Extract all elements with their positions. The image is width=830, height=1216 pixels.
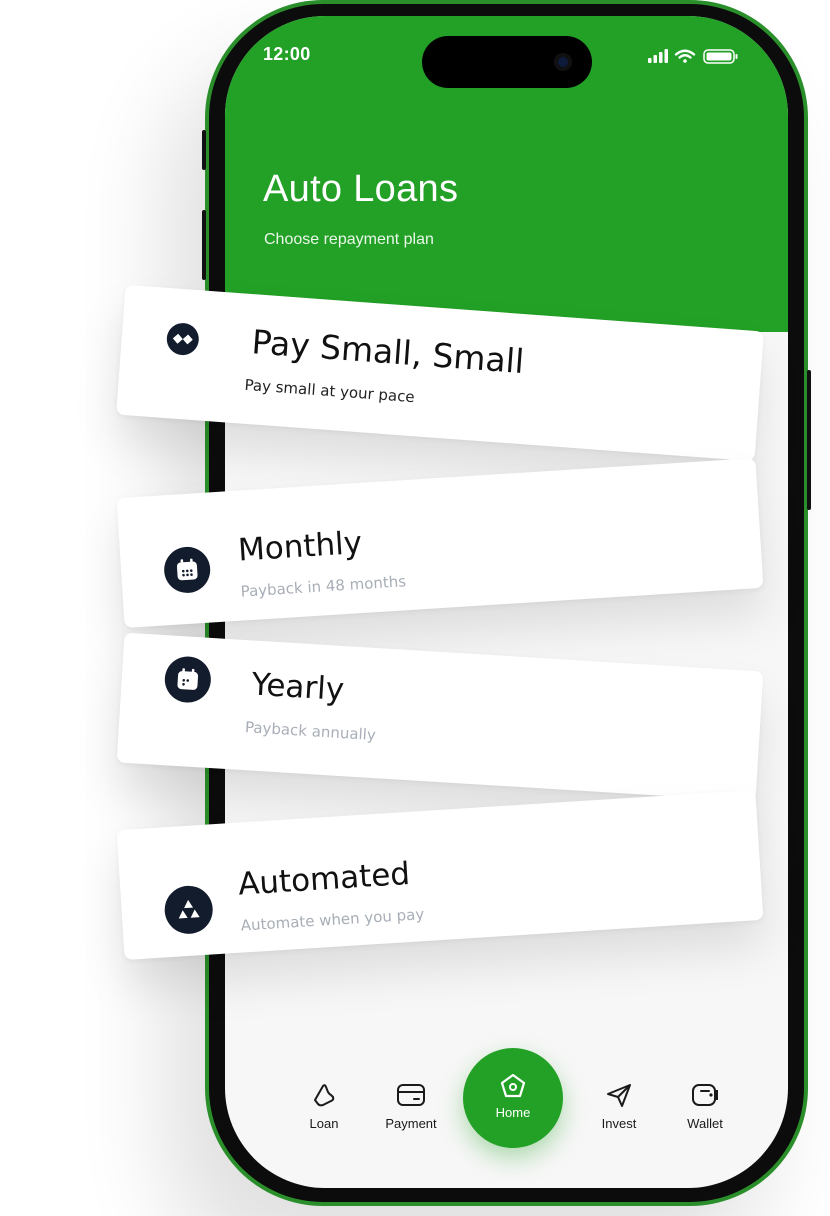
plan-title: Automated bbox=[237, 855, 412, 903]
signal-icon bbox=[648, 49, 668, 63]
card-icon bbox=[397, 1084, 425, 1106]
plan-title: Yearly bbox=[250, 666, 346, 709]
nav-loan[interactable]: Loan bbox=[294, 1082, 354, 1131]
nav-loan-label: Loan bbox=[309, 1116, 339, 1131]
plan-title: Monthly bbox=[236, 524, 364, 569]
nav-home[interactable]: Home bbox=[463, 1048, 563, 1148]
page-title: Auto Loans bbox=[263, 168, 459, 210]
nav-invest[interactable]: Invest bbox=[589, 1082, 649, 1131]
plan-subtitle: Payback in 48 months bbox=[240, 572, 407, 601]
plan-title: Pay Small, Small bbox=[250, 322, 526, 382]
status-icons bbox=[648, 48, 748, 69]
dynamic-island bbox=[422, 36, 592, 88]
battery-icon bbox=[703, 49, 738, 64]
silent-switch bbox=[202, 130, 206, 170]
send-icon bbox=[607, 1084, 631, 1107]
nav-payment-label: Payment bbox=[385, 1116, 437, 1131]
wallet-icon bbox=[692, 1084, 718, 1106]
header: 12:00 Auto Loans Choose repayment plan bbox=[225, 16, 788, 332]
volume-up-button bbox=[202, 210, 206, 280]
power-button bbox=[807, 370, 811, 510]
plan-subtitle: Pay small at your pace bbox=[243, 375, 416, 407]
diamond-dots-icon bbox=[165, 321, 200, 357]
nav-invest-label: Invest bbox=[601, 1116, 637, 1131]
page-subtitle: Choose repayment plan bbox=[264, 231, 434, 248]
nav-home-label: Home bbox=[495, 1105, 531, 1120]
calendar-icon bbox=[162, 545, 212, 595]
home-icon bbox=[500, 1073, 526, 1098]
nav-payment[interactable]: Payment bbox=[376, 1082, 446, 1131]
nav-wallet-label: Wallet bbox=[687, 1116, 723, 1131]
calendar-year-icon bbox=[163, 655, 213, 704]
plan-subtitle: Payback annually bbox=[244, 718, 377, 745]
loan-icon bbox=[314, 1084, 335, 1107]
wifi-icon bbox=[674, 49, 696, 63]
plan-subtitle: Automate when you pay bbox=[240, 905, 425, 935]
nav-wallet[interactable]: Wallet bbox=[675, 1082, 735, 1131]
status-time: 12:00 bbox=[263, 44, 311, 64]
camera-icon bbox=[554, 53, 572, 71]
triangles-icon bbox=[163, 884, 215, 936]
